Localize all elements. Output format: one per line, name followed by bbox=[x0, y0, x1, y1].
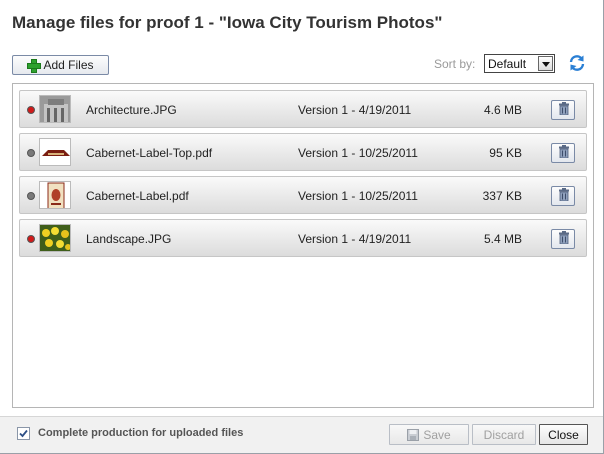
check-icon bbox=[19, 429, 28, 438]
file-row[interactable]: Cabernet-Label-Top.pdf Version 1 - 10/25/… bbox=[19, 133, 587, 171]
complete-production-checkbox[interactable] bbox=[17, 427, 30, 440]
trash-icon bbox=[559, 231, 569, 245]
trash-icon bbox=[559, 188, 569, 202]
sort-select-value: Default bbox=[488, 57, 527, 71]
delete-file-button[interactable] bbox=[551, 186, 575, 206]
delete-file-button[interactable] bbox=[551, 100, 575, 120]
dialog-title: Manage files for proof 1 - "Iowa City To… bbox=[12, 13, 443, 32]
file-version: Version 1 - 10/25/2011 bbox=[298, 189, 418, 203]
status-dot bbox=[27, 106, 35, 114]
discard-label: Discard bbox=[483, 427, 525, 442]
sort-select[interactable]: Default bbox=[484, 54, 555, 73]
add-files-button[interactable]: Add Files bbox=[12, 55, 109, 75]
file-row[interactable]: Landscape.JPG Version 1 - 4/19/2011 5.4 MB bbox=[19, 219, 587, 257]
sort-by-label: Sort by: bbox=[434, 57, 476, 71]
file-size: 4.6 MB bbox=[483, 103, 522, 117]
file-version: Version 1 - 4/19/2011 bbox=[298, 232, 412, 246]
file-size: 337 KB bbox=[482, 189, 522, 203]
file-name: Cabernet-Label.pdf bbox=[86, 189, 189, 203]
trash-icon bbox=[559, 145, 569, 159]
trash-icon bbox=[559, 102, 569, 116]
file-row[interactable]: Cabernet-Label.pdf Version 1 - 10/25/2011… bbox=[19, 176, 587, 214]
close-label: Close bbox=[548, 427, 579, 442]
save-button[interactable]: Save bbox=[389, 424, 469, 445]
save-label: Save bbox=[423, 427, 451, 442]
file-thumbnail bbox=[39, 138, 71, 166]
status-dot bbox=[27, 149, 35, 157]
file-size: 95 KB bbox=[489, 146, 522, 160]
file-thumbnail bbox=[39, 181, 71, 209]
file-thumbnail bbox=[39, 224, 71, 252]
discard-button[interactable]: Discard bbox=[472, 424, 536, 445]
add-files-label: Add Files bbox=[43, 58, 94, 72]
file-list: Architecture.JPG Version 1 - 4/19/2011 4.6… bbox=[12, 83, 594, 408]
plus-icon bbox=[27, 59, 42, 73]
floppy-icon bbox=[407, 428, 420, 441]
file-version: Version 1 - 4/19/2011 bbox=[298, 103, 412, 117]
file-row[interactable]: Architecture.JPG Version 1 - 4/19/2011 4.6… bbox=[19, 90, 587, 128]
file-name: Architecture.JPG bbox=[86, 103, 177, 117]
refresh-icon[interactable] bbox=[568, 54, 586, 72]
status-dot bbox=[27, 192, 35, 200]
delete-file-button[interactable] bbox=[551, 143, 575, 163]
status-dot bbox=[27, 235, 35, 243]
dialog-footer: Complete production for uploaded files S… bbox=[0, 416, 603, 453]
complete-production-label: Complete production for uploaded files bbox=[38, 427, 244, 439]
file-thumbnail bbox=[39, 95, 71, 123]
file-name: Cabernet-Label-Top.pdf bbox=[86, 146, 213, 160]
close-button[interactable]: Close bbox=[539, 424, 588, 445]
file-name: Landscape.JPG bbox=[86, 232, 172, 246]
delete-file-button[interactable] bbox=[551, 229, 575, 249]
file-version: Version 1 - 10/25/2011 bbox=[298, 146, 418, 160]
manage-files-dialog: Manage files for proof 1 - "Iowa City To… bbox=[0, 0, 604, 454]
file-size: 5.4 MB bbox=[483, 232, 522, 246]
chevron-down-icon bbox=[538, 56, 553, 71]
